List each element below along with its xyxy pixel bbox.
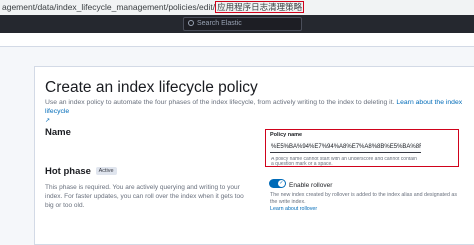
policy-name-help: A policy name cannot start with an under… (271, 157, 417, 166)
check-icon: ✓ (278, 180, 285, 187)
breadcrumb-bar (0, 33, 474, 47)
rollover-help-text: The new index created by rollover is add… (270, 192, 457, 205)
name-section-title: Name (45, 127, 71, 138)
page-intro: Use an index policy to automate the four… (45, 98, 473, 126)
app-header: Search Elastic (0, 15, 474, 33)
external-link-icon: ↗ (45, 118, 51, 124)
page-title: Create an index lifecycle policy (45, 79, 258, 96)
intro-text: Use an index policy to automate the four… (45, 99, 395, 106)
policy-name-label: Policy name (270, 132, 303, 138)
rollover-row: ✓ Enable rollover (269, 179, 332, 191)
policy-name-field-group: Policy name %E5%BA%94%E7%94%A8%E7%A8%8B%… (265, 129, 459, 167)
hot-phase-title: Hot phase Active (45, 166, 117, 177)
search-placeholder: Search Elastic (197, 20, 242, 27)
hot-phase-description: This phase is required. You are actively… (45, 184, 244, 209)
url-highlighted-segment: 应用程序日志清理策略 (215, 1, 305, 13)
search-input[interactable]: Search Elastic (183, 17, 302, 31)
rollover-help: The new index created by rollover is add… (270, 192, 460, 213)
policy-name-input[interactable]: %E5%BA%94%E7%94%A8%E7%A8%8B%E5%BA%8F%E6%… (270, 142, 421, 153)
enable-rollover-label: Enable rollover (289, 182, 333, 189)
search-icon (188, 20, 194, 26)
active-badge: Active (95, 167, 117, 175)
learn-rollover-link[interactable]: Learn about rollover (270, 206, 317, 212)
browser-url-bar[interactable]: agement/data/index_lifecycle_management/… (0, 0, 474, 15)
url-path: agement/data/index_lifecycle_management/… (2, 2, 216, 12)
hot-phase-title-text: Hot phase (45, 166, 91, 177)
enable-rollover-toggle[interactable]: ✓ (269, 179, 286, 188)
